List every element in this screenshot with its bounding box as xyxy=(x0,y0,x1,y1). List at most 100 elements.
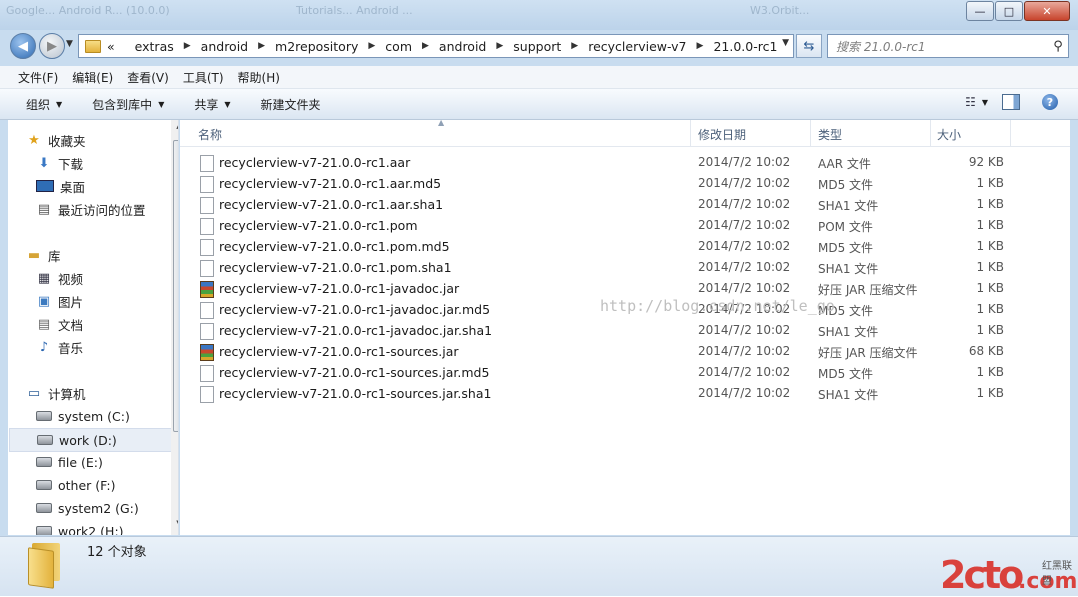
column-divider[interactable] xyxy=(1010,120,1011,146)
explorer-window: Google... Android R... (10.0.0) Tutorial… xyxy=(0,0,1078,597)
window-controls: — □ ✕ xyxy=(965,1,1070,21)
nav-pictures[interactable]: ▣ 图片 xyxy=(36,290,83,312)
nav-computer[interactable]: ▭ 计算机 xyxy=(26,382,86,404)
close-button[interactable]: ✕ xyxy=(1024,1,1070,21)
column-divider[interactable] xyxy=(810,120,811,146)
breadcrumb-android[interactable]: android ▶ xyxy=(201,39,275,54)
desktop-icon xyxy=(36,180,54,192)
file-row[interactable]: recyclerview-v7-21.0.0-rc1.pom.md5 2014/7… xyxy=(180,236,1070,257)
preview-pane-icon[interactable] xyxy=(1002,94,1020,110)
file-row[interactable]: recyclerview-v7-21.0.0-rc1.aar 2014/7/2 1… xyxy=(180,152,1070,173)
breadcrumb-m2repository[interactable]: m2repository ▶ xyxy=(275,39,385,54)
column-divider[interactable] xyxy=(690,120,691,146)
file-row[interactable]: recyclerview-v7-21.0.0-rc1-javadoc.jar.s… xyxy=(180,320,1070,341)
new-folder-button[interactable]: 新建文件夹 xyxy=(261,96,321,113)
crumb-label: support xyxy=(513,38,562,54)
search-box[interactable]: 搜索 21.0.0-rc1 ⚲ xyxy=(827,34,1069,58)
nav-documents[interactable]: ▤ 文档 xyxy=(36,313,83,335)
search-input[interactable]: 搜索 21.0.0-rc1 xyxy=(836,38,1048,55)
nav-drive-c[interactable]: system (C:) xyxy=(36,405,130,427)
nav-desktop[interactable]: 桌面 xyxy=(36,175,85,197)
file-row[interactable]: recyclerview-v7-21.0.0-rc1.pom 2014/7/2 1… xyxy=(180,215,1070,236)
minimize-button[interactable]: — xyxy=(966,1,994,21)
column-name[interactable]: 名称 xyxy=(198,126,222,143)
maximize-button[interactable]: □ xyxy=(995,1,1023,21)
crumb-arrow-icon[interactable]: ▶ xyxy=(496,41,503,51)
nav-label: 桌面 xyxy=(60,179,86,195)
nav-music[interactable]: ♪ 音乐 xyxy=(36,336,83,358)
include-label: 包含到库中 xyxy=(92,97,153,112)
share-button[interactable]: 共享 ▼ xyxy=(194,96,230,113)
file-size: 1 KB xyxy=(976,302,1004,316)
breadcrumb-overflow[interactable]: « xyxy=(107,39,135,54)
address-bar[interactable]: « extras ▶ android ▶ m2repository ▶ com ▶ an… xyxy=(78,34,794,58)
refresh-button[interactable]: ⇆ xyxy=(796,34,822,58)
menu-help[interactable]: 帮助(H) xyxy=(238,69,280,86)
organize-label: 组织 xyxy=(26,97,51,112)
file-row[interactable]: recyclerview-v7-21.0.0-rc1-sources.jar 20… xyxy=(180,341,1070,362)
breadcrumb-com[interactable]: com ▶ xyxy=(385,39,439,54)
breadcrumb-support[interactable]: support ▶ xyxy=(513,39,588,54)
breadcrumb-version[interactable]: 21.0.0-rc1 xyxy=(713,39,777,54)
file-name: recyclerview-v7-21.0.0-rc1.pom xyxy=(219,218,418,233)
menu-view[interactable]: 查看(V) xyxy=(127,69,169,86)
crumb-arrow-icon[interactable]: ▶ xyxy=(697,41,704,51)
crumb-arrow-icon[interactable]: ▶ xyxy=(571,41,578,51)
nav-drive-g[interactable]: system2 (G:) xyxy=(36,497,139,519)
breadcrumb-extras[interactable]: extras ▶ xyxy=(135,39,201,54)
help-icon[interactable]: ? xyxy=(1042,94,1058,110)
forward-button[interactable]: ▶ xyxy=(39,33,65,59)
view-options-icon[interactable]: ☷ xyxy=(965,95,976,109)
menu-tools[interactable]: 工具(T) xyxy=(183,69,224,86)
nav-label: 计算机 xyxy=(48,386,86,402)
nav-drive-f[interactable]: other (F:) xyxy=(36,474,115,496)
column-divider[interactable] xyxy=(930,120,931,146)
crumb-arrow-icon[interactable]: ▶ xyxy=(258,41,265,51)
scroll-thumb[interactable] xyxy=(173,140,178,432)
nav-downloads[interactable]: ⬇ 下载 xyxy=(36,152,83,174)
crumb-arrow-icon[interactable]: ▶ xyxy=(184,41,191,51)
column-size[interactable]: 大小 xyxy=(937,126,961,143)
breadcrumb-android-2[interactable]: android ▶ xyxy=(439,39,513,54)
nav-videos[interactable]: ▦ 视频 xyxy=(36,267,83,289)
file-icon xyxy=(200,197,214,214)
scroll-down-icon[interactable]: ▼ xyxy=(171,519,178,533)
column-type[interactable]: 类型 xyxy=(818,126,842,143)
ghost-title-3: W3.Orbit... xyxy=(750,4,810,17)
column-date[interactable]: 修改日期 xyxy=(698,126,746,143)
file-name: recyclerview-v7-21.0.0-rc1.pom.md5 xyxy=(219,239,450,254)
organize-button[interactable]: 组织 ▼ xyxy=(26,96,62,113)
file-row[interactable]: recyclerview-v7-21.0.0-rc1-sources.jar.s… xyxy=(180,383,1070,404)
include-in-library-button[interactable]: 包含到库中 ▼ xyxy=(92,96,164,113)
view-dropdown-icon[interactable]: ▼ xyxy=(982,98,988,107)
file-name: recyclerview-v7-21.0.0-rc1.aar.sha1 xyxy=(219,197,444,212)
title-bar: Google... Android R... (10.0.0) Tutorial… xyxy=(0,0,1078,30)
file-size: 68 KB xyxy=(968,344,1004,358)
nav-drive-e[interactable]: file (E:) xyxy=(36,451,103,473)
nav-libraries[interactable]: ▬ 库 xyxy=(26,244,61,266)
nav-scrollbar[interactable]: ▲ ▼ xyxy=(171,120,178,535)
file-row[interactable]: recyclerview-v7-21.0.0-rc1.aar.sha1 2014/… xyxy=(180,194,1070,215)
back-button[interactable]: ◀ xyxy=(10,33,36,59)
nav-drive-d[interactable]: work (D:) xyxy=(9,428,178,452)
toolbar-right: ☷ ▼ ? xyxy=(965,94,1058,110)
menu-edit[interactable]: 编辑(E) xyxy=(72,69,113,86)
history-dropdown-icon[interactable]: ▼ xyxy=(66,39,73,49)
crumb-arrow-icon[interactable]: ▶ xyxy=(368,41,375,51)
file-row[interactable]: recyclerview-v7-21.0.0-rc1-sources.jar.m… xyxy=(180,362,1070,383)
file-row[interactable]: recyclerview-v7-21.0.0-rc1.aar.md5 2014/7… xyxy=(180,173,1070,194)
nav-label: 最近访问的位置 xyxy=(58,202,146,218)
nav-recent-places[interactable]: ▤ 最近访问的位置 xyxy=(36,198,146,220)
logo-main: 2cto xyxy=(940,553,1024,597)
menu-file[interactable]: 文件(F) xyxy=(18,69,58,86)
address-dropdown-icon[interactable]: ▼ xyxy=(782,38,789,48)
file-row[interactable]: recyclerview-v7-21.0.0-rc1.pom.sha1 2014/… xyxy=(180,257,1070,278)
crumb-arrow-icon[interactable]: ▶ xyxy=(422,41,429,51)
search-icon[interactable]: ⚲ xyxy=(1048,39,1068,54)
item-count: 12 个对象 xyxy=(87,545,147,560)
nav-drive-h[interactable]: work2 (H:) xyxy=(36,520,124,535)
file-row[interactable]: recyclerview-v7-21.0.0-rc1-javadoc.jar 20… xyxy=(180,278,1070,299)
nav-favorites[interactable]: ★ 收藏夹 xyxy=(26,129,85,151)
breadcrumb-recyclerview[interactable]: recyclerview-v7 ▶ xyxy=(588,39,713,54)
scroll-up-icon[interactable]: ▲ xyxy=(171,122,178,136)
